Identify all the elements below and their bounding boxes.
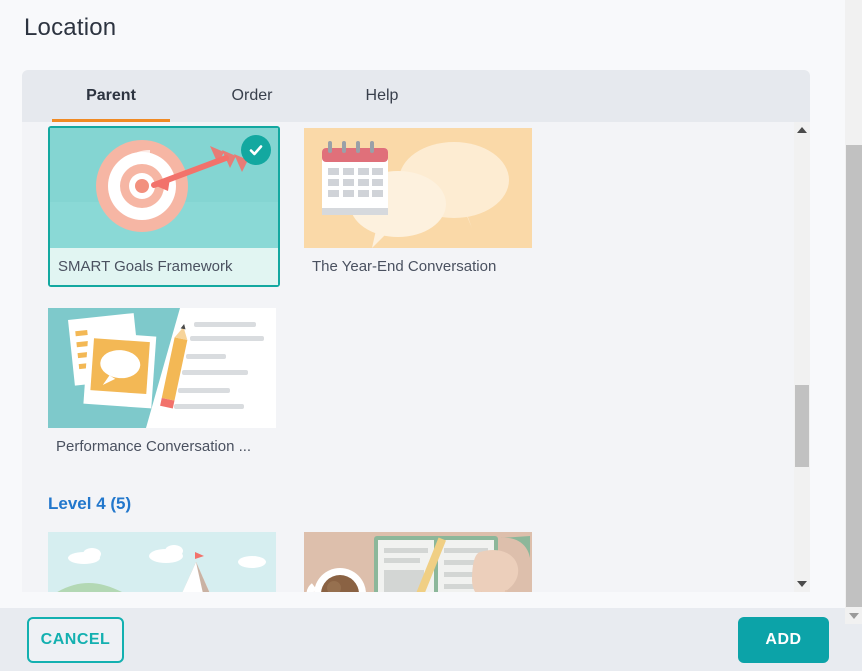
card-smart-goals-framework[interactable]: SMART Goals Framework: [48, 126, 280, 287]
dialog-footer: CANCEL ADD: [0, 608, 845, 671]
card-scroll-region: SMART Goals Framework: [22, 122, 810, 592]
page-scrollbar-footer-gap: [845, 624, 862, 671]
section-heading-level-4[interactable]: Level 4 (5): [48, 494, 131, 514]
tab-help-label: Help: [366, 87, 399, 105]
tab-order[interactable]: Order: [189, 70, 315, 122]
page-scroll-down-button[interactable]: [845, 607, 862, 624]
card-caption: SMART Goals Framework: [50, 248, 278, 285]
check-icon: [247, 141, 265, 159]
card-thumbnail-mountain-landscape: [48, 532, 276, 592]
location-dialog: Location Parent Order Help: [0, 0, 845, 608]
card-list-scrollbar[interactable]: [794, 122, 810, 592]
tab-parent-label: Parent: [86, 87, 136, 105]
card-thumbnail-desk-coffee-notebook: [304, 532, 532, 592]
caret-down-icon: [849, 613, 859, 619]
card-thumbnail-calendar-speech: [304, 128, 532, 248]
caret-down-icon: [797, 581, 807, 587]
card-thumbnail-photos-pencil: [48, 308, 276, 428]
page-title: Location: [24, 14, 116, 42]
tab-help[interactable]: Help: [326, 70, 438, 122]
scroll-down-button[interactable]: [794, 576, 810, 592]
add-button[interactable]: ADD: [738, 617, 829, 663]
card-caption: Performance Conversation ...: [48, 428, 276, 465]
tab-bar: Parent Order Help: [22, 70, 810, 122]
card-partial-mountain[interactable]: [48, 532, 276, 592]
tab-order-label: Order: [232, 87, 273, 105]
cancel-button[interactable]: CANCEL: [27, 617, 124, 663]
card-the-year-end-conversation[interactable]: The Year-End Conversation: [304, 128, 532, 285]
tab-parent[interactable]: Parent: [44, 70, 178, 122]
page-scrollbar[interactable]: [845, 0, 862, 671]
card-grid: SMART Goals Framework: [22, 122, 794, 592]
card-thumbnail-target-arrow: [50, 128, 278, 248]
scroll-up-button[interactable]: [794, 122, 810, 138]
card-caption: The Year-End Conversation: [304, 248, 532, 285]
page-scrollbar-thumb[interactable]: [846, 145, 862, 607]
scrollbar-thumb[interactable]: [795, 385, 809, 467]
caret-up-icon: [797, 127, 807, 133]
card-partial-desk-notebook[interactable]: [304, 532, 532, 592]
selected-check-badge: [241, 135, 271, 165]
card-performance-conversation[interactable]: Performance Conversation ...: [48, 308, 276, 465]
